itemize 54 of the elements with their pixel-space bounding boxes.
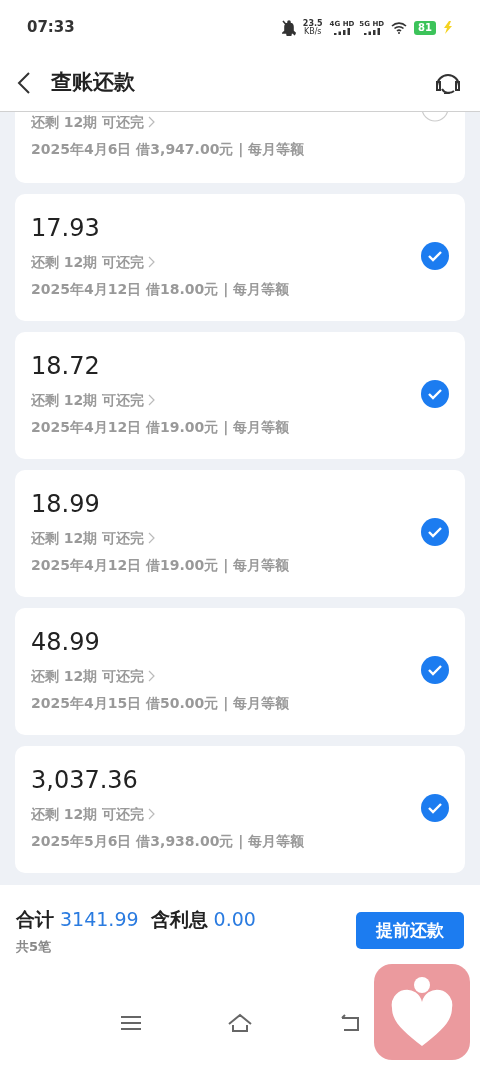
- interest-label: 含利息: [150, 907, 208, 931]
- loan-amount: 18.72: [31, 351, 101, 382]
- charging-bolt-icon: [443, 21, 453, 34]
- loan-card[interactable]: 还剩 12期 可还完 2025年4月6日 借3,947.00元 | 每月等额: [15, 112, 465, 183]
- heart-app-icon[interactable]: [374, 964, 470, 1060]
- muted-bell-icon: [281, 19, 296, 36]
- remaining-terms[interactable]: 还剩 12期 可还完: [31, 252, 145, 272]
- page-title: 查账还款: [51, 69, 135, 97]
- loan-amount: 3,037.36: [31, 765, 139, 796]
- loan-detail: 2025年4月12日 借19.00元 | 每月等额: [31, 556, 291, 575]
- status-time: 07:33: [27, 17, 75, 39]
- chevron-right-icon: [148, 808, 156, 820]
- prepay-button[interactable]: 提前还款: [356, 912, 464, 949]
- total-label: 合计: [16, 907, 54, 931]
- loan-detail: 2025年4月12日 借19.00元 | 每月等额: [31, 418, 291, 437]
- loan-card[interactable]: 17.93 还剩 12期 可还完 2025年4月12日 借18.00元 | 每月等额: [15, 194, 465, 321]
- wifi-icon: [391, 21, 408, 34]
- remaining-terms[interactable]: 还剩 12期 可还完: [31, 804, 145, 824]
- home-icon[interactable]: [227, 1013, 253, 1033]
- loan-card[interactable]: 48.99 还剩 12期 可还完 2025年4月15日 借50.00元 | 每月等额: [15, 608, 465, 735]
- loan-card[interactable]: 3,037.36 还剩 12期 可还完 2025年5月6日 借3,938.00元 | 每月等额: [15, 746, 465, 873]
- checkbox[interactable]: [421, 793, 449, 822]
- checkbox[interactable]: [421, 379, 449, 408]
- loan-detail: 2025年5月6日 借3,938.00元 | 每月等额: [31, 832, 306, 851]
- menu-icon[interactable]: [120, 1015, 142, 1031]
- remaining-terms[interactable]: 还剩 12期 可还完: [31, 528, 145, 548]
- loan-detail: 2025年4月15日 借50.00元 | 每月等额: [31, 694, 291, 713]
- total-amount: 3141.99: [60, 907, 139, 931]
- loan-detail: 2025年4月6日 借3,947.00元 | 每月等额: [31, 140, 306, 159]
- interest-amount: 0.00: [213, 907, 256, 931]
- chevron-right-icon: [148, 670, 156, 682]
- loan-amount: 48.99: [31, 627, 101, 658]
- network-speed: 23.5: [302, 19, 323, 28]
- chevron-right-icon: [148, 532, 156, 544]
- chevron-right-icon: [148, 256, 156, 268]
- back-icon[interactable]: [17, 71, 31, 95]
- checkbox[interactable]: [421, 517, 449, 546]
- signal-icon: [363, 27, 380, 35]
- loan-amount: 17.93: [31, 213, 101, 244]
- chevron-right-icon: [148, 394, 156, 406]
- battery-level: 81: [414, 20, 436, 35]
- loan-card[interactable]: 18.72 还剩 12期 可还完 2025年4月12日 借19.00元 | 每月等额: [15, 332, 465, 459]
- chevron-right-icon: [148, 116, 156, 128]
- speed-unit: KB/s: [303, 27, 322, 36]
- remaining-terms[interactable]: 还剩 12期 可还完: [31, 112, 145, 132]
- checkbox[interactable]: [421, 655, 449, 684]
- checkbox[interactable]: [421, 241, 449, 270]
- loan-card[interactable]: 18.99 还剩 12期 可还完 2025年4月12日 借19.00元 | 每月等额: [15, 470, 465, 597]
- remaining-terms[interactable]: 还剩 12期 可还完: [31, 666, 145, 686]
- loan-count: 共5笔: [16, 938, 53, 956]
- loan-detail: 2025年4月12日 借18.00元 | 每月等额: [31, 280, 291, 299]
- remaining-terms[interactable]: 还剩 12期 可还完: [31, 390, 145, 410]
- loan-amount: 18.99: [31, 489, 101, 520]
- signal-icon: [333, 27, 350, 35]
